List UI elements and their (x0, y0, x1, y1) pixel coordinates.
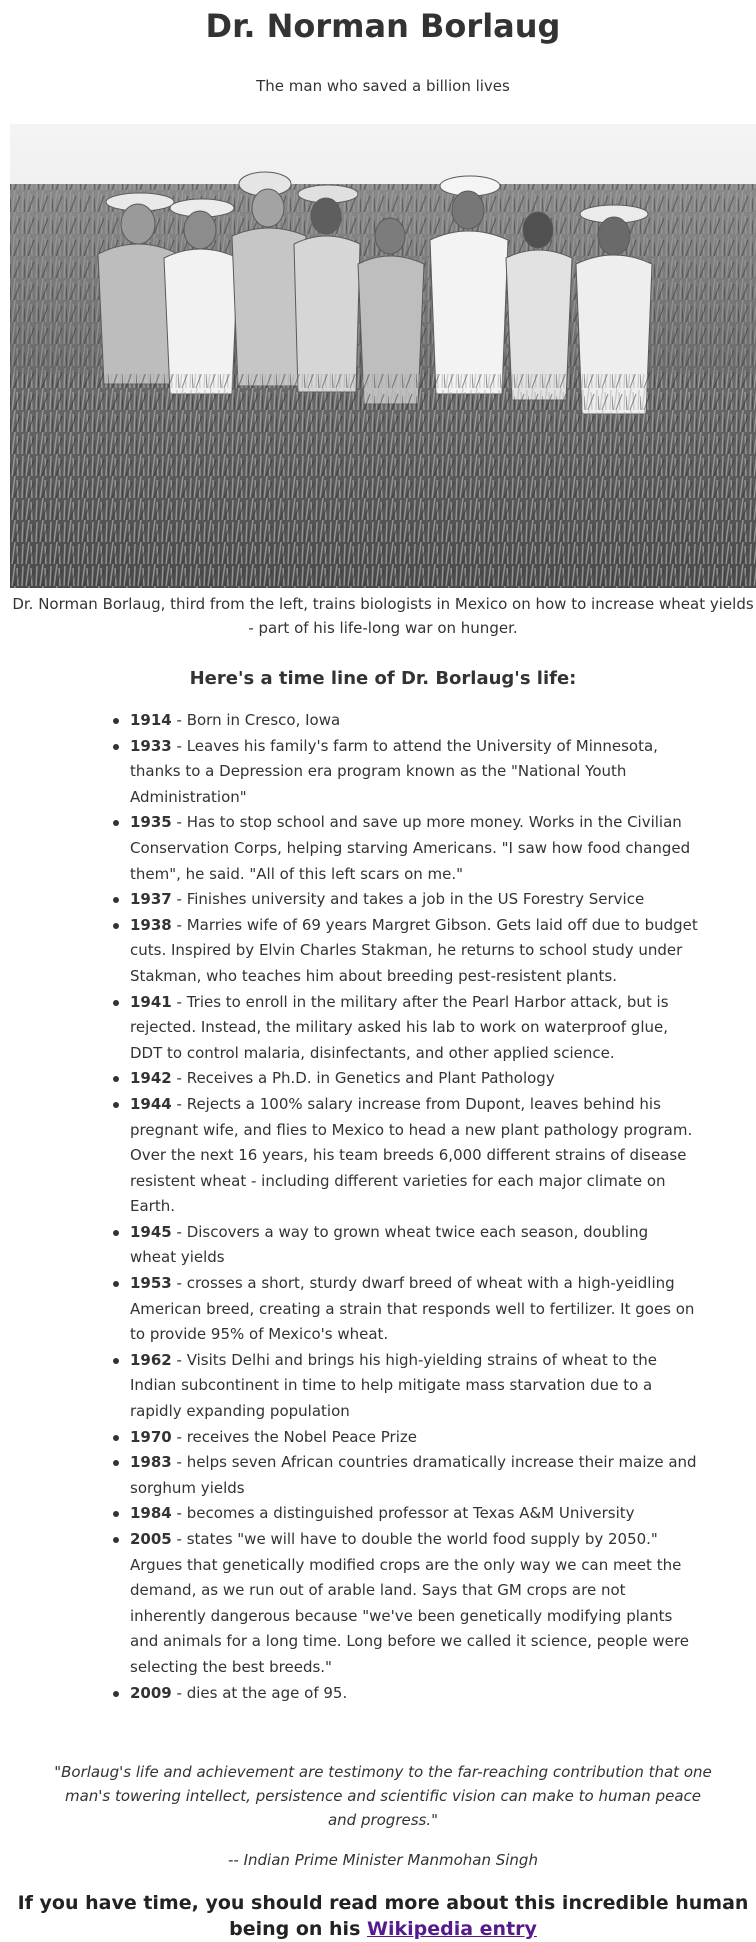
timeline-year: 1983 (130, 1453, 172, 1472)
wikipedia-link[interactable]: Wikipedia entry (367, 1918, 537, 1940)
photo-caption: Dr. Norman Borlaug, third from the left,… (12, 595, 754, 637)
timeline-item: 1941 - Tries to enroll in the military a… (113, 990, 698, 1067)
timeline-item: 1962 - Visits Delhi and brings his high-… (113, 1348, 698, 1425)
timeline-text: - receives the Nobel Peace Prize (171, 1427, 417, 1446)
timeline-year: 1944 (130, 1094, 172, 1113)
read-more-heading: If you have time, you should read more a… (10, 1890, 756, 1942)
timeline-text: - crosses a short, sturdy dwarf breed of… (130, 1274, 695, 1344)
timeline-item: 1983 - helps seven African countries dra… (113, 1450, 698, 1501)
timeline-year: 1945 (130, 1222, 172, 1241)
timeline-item: 1938 - Marries wife of 69 years Margret … (113, 913, 698, 990)
timeline-item: 1970 - receives the Nobel Peace Prize (113, 1425, 698, 1451)
timeline-year: 1941 (130, 992, 172, 1011)
timeline-item: 1953 - crosses a short, sturdy dwarf bre… (113, 1271, 698, 1348)
timeline-text: - dies at the age of 95. (171, 1683, 348, 1702)
timeline-year: 1970 (130, 1427, 172, 1446)
timeline-year: 1942 (130, 1069, 172, 1088)
timeline-year: 1953 (130, 1274, 172, 1293)
timeline-item: 1914 - Born in Cresco, Iowa (113, 708, 698, 734)
timeline-year: 1935 (130, 813, 172, 832)
timeline-text: - Marries wife of 69 years Margret Gibso… (130, 915, 698, 985)
timeline-text: - Finishes university and takes a job in… (171, 890, 645, 909)
timeline-text: - states "we will have to double the wor… (130, 1530, 689, 1676)
timeline-year: 1984 (130, 1504, 172, 1523)
timeline-item: 1935 - Has to stop school and save up mo… (113, 810, 698, 887)
timeline-item: 2005 - states "we will have to double th… (113, 1527, 698, 1681)
timeline-year: 1962 (130, 1350, 172, 1369)
timeline-text: - Born in Cresco, Iowa (171, 711, 341, 729)
timeline-year: 1938 (130, 915, 172, 934)
timeline-text: - Receives a Ph.D. in Genetics and Plant… (171, 1069, 555, 1088)
timeline-item: 1945 - Discovers a way to grown wheat tw… (113, 1220, 698, 1271)
timeline-item: 1944 - Rejects a 100% salary increase fr… (113, 1092, 698, 1220)
borlaug-photo (10, 124, 756, 588)
timeline-year: 1937 (130, 890, 172, 909)
timeline-text: - Tries to enroll in the military after … (130, 992, 669, 1062)
page-subtitle: The man who saved a billion lives (256, 77, 510, 95)
timeline-year: 1914 (130, 711, 172, 729)
page: Dr. Norman Borlaug The man who saved a b… (0, 0, 756, 1942)
quote-attribution: -- Indian Prime Minister Manmohan Singh (228, 1851, 538, 1870)
quote-text: "Borlaug's life and achievement are test… (54, 1763, 712, 1830)
timeline-heading: Here's a time line of Dr. Borlaug's life… (189, 668, 577, 689)
timeline-item: 1933 - Leaves his family's farm to atten… (113, 734, 698, 811)
timeline-item: 1937 - Finishes university and takes a j… (113, 887, 698, 913)
timeline-year: 2005 (130, 1530, 172, 1548)
timeline-item: 2009 - dies at the age of 95. (113, 1681, 698, 1707)
timeline-item: 1942 - Receives a Ph.D. in Genetics and … (113, 1066, 698, 1092)
timeline-text: - Discovers a way to grown wheat twice e… (130, 1222, 649, 1267)
page-title: Dr. Norman Borlaug (205, 7, 561, 45)
timeline-text: - helps seven African countries dramatic… (130, 1453, 697, 1497)
timeline-text: - Has to stop school and save up more mo… (130, 813, 691, 883)
timeline-text: - becomes a distinguished professor at T… (171, 1504, 635, 1523)
timeline-text: - Visits Delhi and brings his high-yield… (130, 1350, 657, 1421)
timeline-year: 2009 (130, 1683, 172, 1702)
timeline-year: 1933 (130, 736, 172, 755)
timeline-item: 1984 - becomes a distinguished professor… (113, 1501, 698, 1527)
timeline-text: - Leaves his family's farm to attend the… (130, 736, 658, 806)
timeline-text: - Rejects a 100% salary increase from Du… (130, 1094, 693, 1216)
timeline-list: 1914 - Born in Cresco, Iowa 1933 - Leave… (10, 708, 698, 1706)
